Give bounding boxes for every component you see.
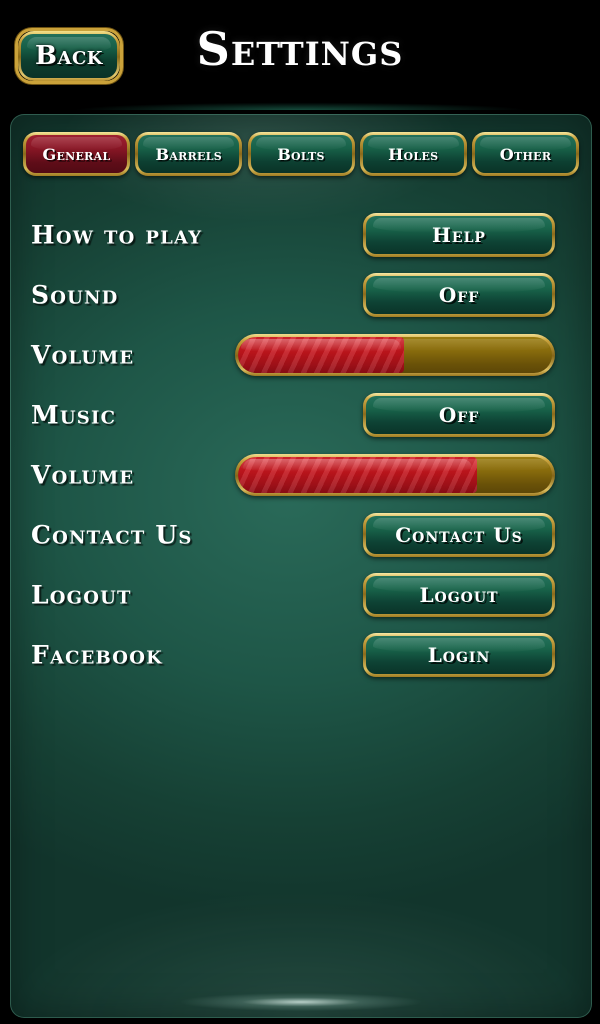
settings-rows: How to play Help Sound Off Volume Music …: [11, 205, 591, 685]
music-toggle-button[interactable]: Off: [363, 393, 555, 437]
back-button[interactable]: Back: [18, 31, 120, 81]
row-facebook: Facebook Login: [11, 625, 591, 685]
sound-toggle-button[interactable]: Off: [363, 273, 555, 317]
row-sound-volume: Volume: [11, 325, 591, 385]
settings-screen: Back Settings General Barrels Bolts Hole…: [0, 0, 600, 1024]
tab-general-label: General: [42, 144, 111, 164]
row-logout-label: Logout: [31, 580, 132, 610]
panel-bottom-glow: [181, 993, 421, 1011]
tab-other[interactable]: Other: [472, 132, 579, 176]
music-volume-fill: [238, 457, 477, 493]
row-sound: Sound Off: [11, 265, 591, 325]
help-button-label: Help: [432, 223, 486, 247]
tab-barrels-label: Barrels: [155, 144, 222, 164]
tab-bar: General Barrels Bolts Holes Other: [23, 132, 579, 176]
row-how-to-play-label: How to play: [31, 220, 203, 250]
row-music-label: Music: [31, 400, 117, 430]
row-logout: Logout Logout: [11, 565, 591, 625]
tab-barrels[interactable]: Barrels: [135, 132, 243, 176]
tab-other-label: Other: [499, 144, 552, 164]
row-music: Music Off: [11, 385, 591, 445]
row-sound-volume-label: Volume: [31, 340, 135, 370]
sound-toggle-label: Off: [438, 283, 480, 307]
tab-general[interactable]: General: [23, 132, 130, 176]
sound-volume-slider[interactable]: [235, 334, 555, 376]
facebook-login-button-label: Login: [427, 643, 491, 667]
row-facebook-label: Facebook: [31, 640, 163, 670]
row-how-to-play: How to play Help: [11, 205, 591, 265]
help-button[interactable]: Help: [363, 213, 555, 257]
tab-holes[interactable]: Holes: [359, 132, 467, 176]
tab-holes-label: Holes: [388, 144, 439, 164]
settings-panel: General Barrels Bolts Holes Other How to…: [10, 114, 592, 1018]
header-glow: [0, 96, 600, 110]
contact-us-button[interactable]: Contact Us: [363, 513, 555, 557]
sound-volume-fill: [238, 337, 405, 373]
contact-us-button-label: Contact Us: [395, 523, 523, 547]
row-music-volume-label: Volume: [31, 460, 135, 490]
music-toggle-label: Off: [438, 403, 480, 427]
tab-bolts[interactable]: Bolts: [247, 132, 355, 176]
music-volume-slider[interactable]: [235, 454, 555, 496]
tab-bolts-label: Bolts: [277, 144, 325, 164]
row-contact-us-label: Contact Us: [31, 520, 193, 550]
facebook-login-button[interactable]: Login: [363, 633, 555, 677]
logout-button[interactable]: Logout: [363, 573, 555, 617]
row-sound-label: Sound: [31, 280, 119, 310]
back-button-label: Back: [35, 41, 103, 71]
sound-volume-track: [238, 337, 552, 373]
row-music-volume: Volume: [11, 445, 591, 505]
logout-button-label: Logout: [419, 583, 499, 607]
row-contact-us: Contact Us Contact Us: [11, 505, 591, 565]
header-bar: Back Settings: [0, 0, 600, 110]
music-volume-track: [238, 457, 552, 493]
